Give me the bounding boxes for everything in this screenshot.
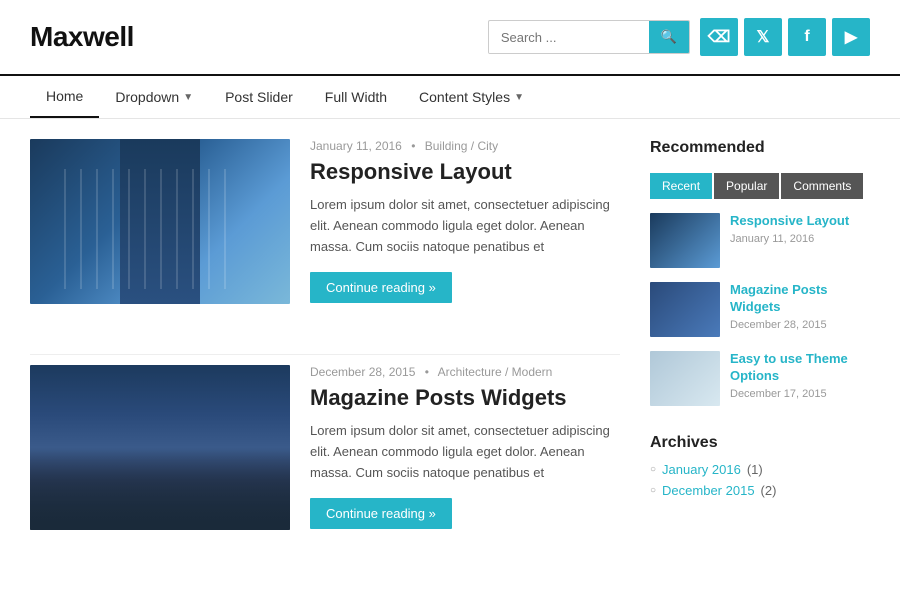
post-category-2: Architecture / Modern — [438, 365, 553, 379]
post-category: Building / City — [425, 139, 498, 153]
post-title-2: Magazine Posts Widgets — [310, 385, 620, 411]
sidebar-post-info-2: Magazine Posts Widgets December 28, 2015 — [730, 282, 870, 331]
sidebar-post-image-3 — [650, 351, 720, 406]
sidebar-post-1: Responsive Layout January 11, 2016 — [650, 213, 870, 268]
social-icons: ⌫ 𝕏 f ▶ — [700, 18, 870, 56]
sidebar-post-title-1[interactable]: Responsive Layout — [730, 213, 849, 230]
post-body-2: December 28, 2015 • Architecture / Moder… — [310, 365, 620, 530]
header-right: 🔍 ⌫ 𝕏 f ▶ — [488, 18, 870, 56]
read-more-button-1[interactable]: Continue reading » — [310, 272, 452, 303]
archive-link-1[interactable]: January 2016 — [662, 462, 741, 477]
post-image-city — [30, 365, 290, 530]
site-title: Maxwell — [30, 21, 134, 53]
sidebar-post-date-1: January 11, 2016 — [730, 233, 849, 245]
twitter-button[interactable]: 𝕏 — [744, 18, 782, 56]
sidebar-post-3: Easy to use Theme Options December 17, 2… — [650, 351, 870, 406]
search-box: 🔍 — [488, 20, 690, 54]
sidebar-post-2: Magazine Posts Widgets December 28, 2015 — [650, 282, 870, 337]
separator-2: • — [425, 365, 429, 379]
content-area: January 11, 2016 • Building / City Respo… — [30, 139, 620, 580]
tab-comments[interactable]: Comments — [781, 173, 863, 199]
bullet-icon-2: ○ — [650, 485, 656, 496]
archive-link-2[interactable]: December 2015 — [662, 483, 755, 498]
nav-item-home[interactable]: Home — [30, 76, 99, 118]
tab-bar: Recent Popular Comments — [650, 173, 870, 199]
sidebar-post-date-3: December 17, 2015 — [730, 388, 870, 400]
post-meta-2: December 28, 2015 • Architecture / Moder… — [310, 365, 620, 379]
post-title: Responsive Layout — [310, 159, 620, 185]
search-button[interactable]: 🔍 — [649, 21, 689, 53]
nav-item-content-styles[interactable]: Content Styles ▼ — [403, 77, 540, 117]
bullet-icon-1: ○ — [650, 464, 656, 475]
archive-item-2: ○ December 2015 (2) — [650, 483, 870, 498]
sidebar-post-image-2 — [650, 282, 720, 337]
archives-section: Archives ○ January 2016 (1) ○ December 2… — [650, 434, 870, 498]
post-body: January 11, 2016 • Building / City Respo… — [310, 139, 620, 304]
archive-count-2: (2) — [761, 483, 777, 498]
search-input[interactable] — [489, 22, 649, 53]
chevron-down-icon-2: ▼ — [514, 92, 524, 103]
post-card: January 11, 2016 • Building / City Respo… — [30, 139, 620, 324]
sidebar-post-date-2: December 28, 2015 — [730, 319, 870, 331]
tab-popular[interactable]: Popular — [714, 173, 779, 199]
sidebar-post-title-2[interactable]: Magazine Posts Widgets — [730, 282, 870, 316]
separator: • — [411, 139, 415, 153]
sidebar-post-info-1: Responsive Layout January 11, 2016 — [730, 213, 849, 245]
archives-title: Archives — [650, 434, 870, 452]
nav-item-post-slider[interactable]: Post Slider — [209, 77, 309, 117]
sidebar: Recommended Recent Popular Comments Resp… — [650, 139, 870, 580]
rss-button[interactable]: ⌫ — [700, 18, 738, 56]
chevron-down-icon: ▼ — [183, 92, 193, 103]
main-container: January 11, 2016 • Building / City Respo… — [0, 119, 900, 600]
facebook-button[interactable]: f — [788, 18, 826, 56]
navigation: Home Dropdown ▼ Post Slider Full Width C… — [0, 74, 900, 119]
post-meta: January 11, 2016 • Building / City — [310, 139, 620, 153]
post-image-building — [30, 139, 290, 304]
tab-recent[interactable]: Recent — [650, 173, 712, 199]
archive-item-1: ○ January 2016 (1) — [650, 462, 870, 477]
read-more-button-2[interactable]: Continue reading » — [310, 498, 452, 529]
recommended-section: Recommended Recent Popular Comments Resp… — [650, 139, 870, 406]
post-date-2: December 28, 2015 — [310, 365, 415, 379]
archive-count-1: (1) — [747, 462, 763, 477]
post-card-2: December 28, 2015 • Architecture / Moder… — [30, 354, 620, 550]
sidebar-post-title-3[interactable]: Easy to use Theme Options — [730, 351, 870, 385]
nav-item-full-width[interactable]: Full Width — [309, 77, 403, 117]
post-date: January 11, 2016 — [310, 139, 402, 153]
header: Maxwell 🔍 ⌫ 𝕏 f ▶ — [0, 0, 900, 74]
post-excerpt-2: Lorem ipsum dolor sit amet, consectetuer… — [310, 421, 620, 483]
sidebar-post-image-1 — [650, 213, 720, 268]
sidebar-post-info-3: Easy to use Theme Options December 17, 2… — [730, 351, 870, 400]
recommended-title: Recommended — [650, 139, 870, 161]
nav-item-dropdown[interactable]: Dropdown ▼ — [99, 77, 209, 117]
post-excerpt: Lorem ipsum dolor sit amet, consectetuer… — [310, 195, 620, 257]
youtube-button[interactable]: ▶ — [832, 18, 870, 56]
